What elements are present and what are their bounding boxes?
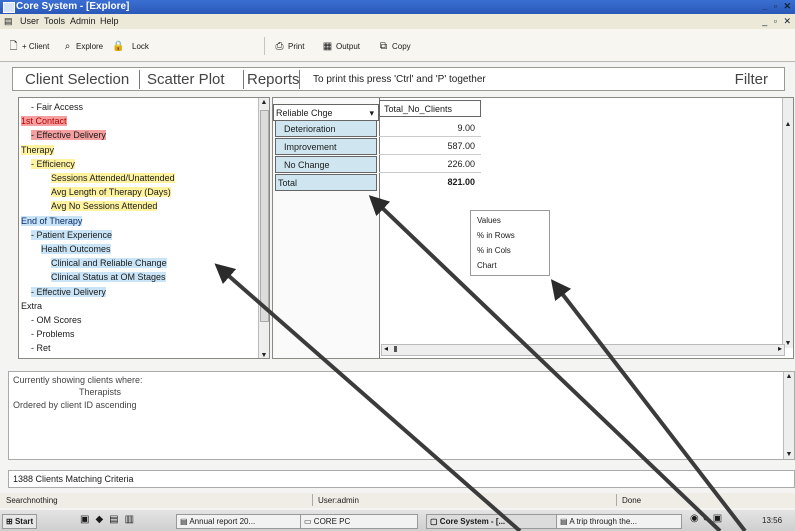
arrow-to-clinical-change bbox=[214, 263, 522, 531]
arrow-to-pivot-total bbox=[368, 195, 722, 531]
arrow-to-context-menu bbox=[550, 279, 747, 531]
annotation-arrows bbox=[214, 195, 747, 531]
